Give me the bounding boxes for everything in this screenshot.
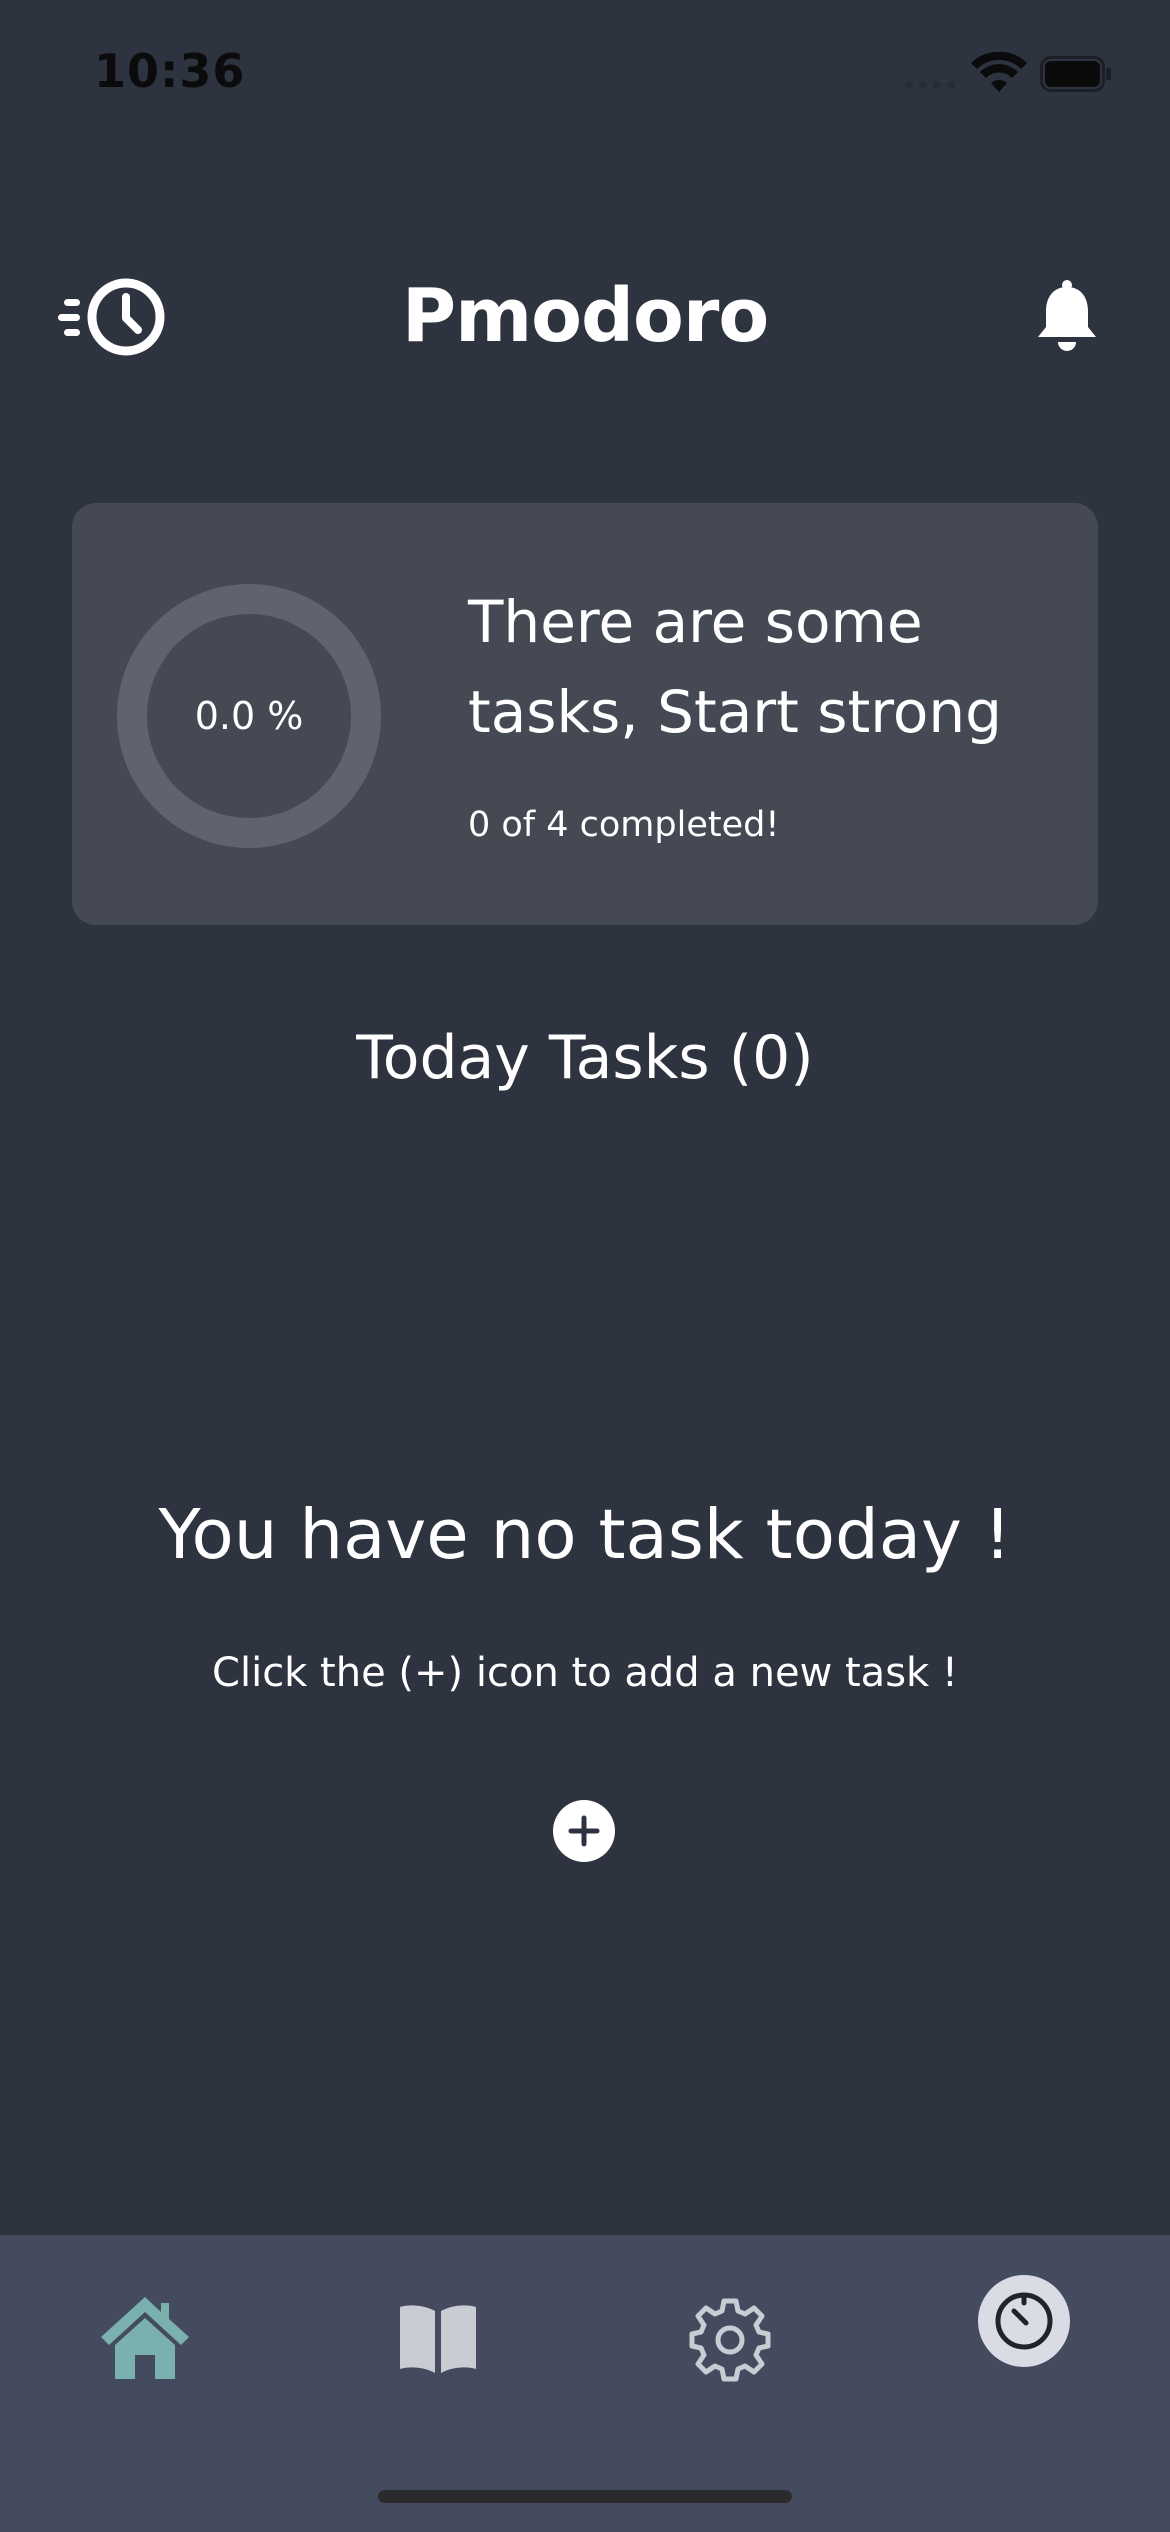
book-icon — [400, 2305, 476, 2373]
progress-card: 0.0 % There are some tasks, Start strong… — [72, 503, 1098, 925]
progress-message: There are some tasks, Start strong — [468, 577, 1078, 757]
wifi-icon — [971, 52, 1027, 92]
today-tasks-heading: Today Tasks (0) — [356, 1023, 814, 1093]
timer-icon — [995, 2292, 1053, 2350]
nav-timer[interactable] — [978, 2275, 1070, 2367]
plus-icon — [568, 1815, 600, 1847]
app-title: Pmodoro — [401, 273, 769, 359]
progress-percent: 0.0 % — [194, 694, 304, 738]
cellular-signal-icon — [905, 81, 955, 89]
add-task-button[interactable] — [553, 1800, 615, 1862]
nav-home[interactable] — [95, 2289, 195, 2389]
empty-state-title: You have no task today ! — [158, 1495, 1012, 1575]
home-indicator — [378, 2490, 792, 2503]
progress-message-line1: There are some — [468, 588, 923, 656]
bottom-nav — [0, 2235, 1170, 2532]
status-bar: 10:36 — [0, 0, 1170, 140]
progress-message-line2: tasks, Start strong — [468, 678, 1002, 746]
completed-count: 0 of 4 completed! — [468, 805, 780, 845]
empty-state-subtitle: Click the (+) icon to add a new task ! — [212, 1650, 958, 1696]
app-header: Pmodoro — [0, 255, 1170, 375]
home-icon — [101, 2297, 189, 2379]
notifications-button[interactable] — [1034, 279, 1100, 353]
battery-icon — [1040, 56, 1111, 92]
status-time: 10:36 — [94, 44, 246, 98]
bell-icon — [1038, 280, 1096, 351]
nav-settings[interactable] — [680, 2289, 780, 2389]
nav-library[interactable] — [388, 2289, 488, 2389]
gear-icon — [689, 2298, 771, 2382]
